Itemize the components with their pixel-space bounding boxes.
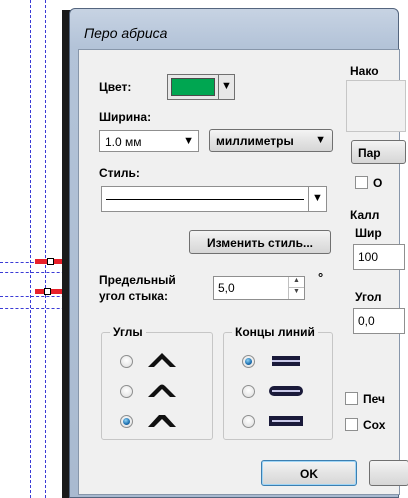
style-label: Стиль: <box>99 166 140 180</box>
nib-width-input[interactable]: 100 <box>353 244 405 270</box>
square-cap-icon <box>269 416 303 426</box>
outline-pen-dialog: Перо абриса Цвет: ▼ Ширина: 1.0 мм ▼ мил… <box>69 8 408 498</box>
bevel-corner-icon <box>148 415 176 427</box>
arrow-params-button[interactable]: Пар <box>351 140 406 164</box>
ok-button[interactable]: OK <box>261 460 357 486</box>
width-value: 1.0 мм <box>105 135 142 149</box>
width-select[interactable]: 1.0 мм ▼ <box>99 130 199 152</box>
butt-cap-icon <box>272 356 300 366</box>
corner-miter-radio[interactable] <box>120 355 133 368</box>
line-caps-group: Концы линий <box>223 325 333 440</box>
chevron-down-icon: ▼ <box>315 134 326 146</box>
selection-handle[interactable] <box>47 258 54 265</box>
scale-checkbox[interactable] <box>345 418 358 431</box>
guide-line-horizontal <box>0 296 70 297</box>
corners-title: Углы <box>110 325 146 339</box>
cancel-button[interactable] <box>369 460 408 486</box>
option1-label: О <box>373 176 383 190</box>
line-caps-title: Концы линий <box>232 325 318 339</box>
degree-symbol: ° <box>318 270 324 285</box>
corner-round-radio[interactable] <box>120 385 133 398</box>
color-swatch <box>171 78 215 96</box>
spin-down-icon[interactable]: ▼ <box>288 288 304 299</box>
selection-handle[interactable] <box>44 288 51 295</box>
scale-label: Сох <box>363 418 386 432</box>
print-checkbox[interactable] <box>345 392 358 405</box>
guide-line-vertical <box>45 0 46 498</box>
round-corner-icon <box>148 384 176 397</box>
dialog-body: Цвет: ▼ Ширина: 1.0 мм ▼ миллиметры ▼ Ст… <box>78 49 408 495</box>
miter-label-line1: Предельный <box>99 273 176 287</box>
miter-limit-value: 5,0 <box>218 281 235 295</box>
cap-butt-radio[interactable] <box>242 355 255 368</box>
title-bar[interactable]: Перо абриса <box>70 9 398 45</box>
color-label: Цвет: <box>99 80 132 94</box>
cap-square-radio[interactable] <box>242 415 255 428</box>
spin-up-icon[interactable]: ▲ <box>288 277 304 288</box>
miter-label-line2: угол стыка: <box>99 289 168 303</box>
nib-angle-label: Угол <box>355 290 382 304</box>
color-picker-button[interactable]: ▼ <box>167 74 235 100</box>
corners-group: Углы <box>101 325 213 440</box>
edit-style-button[interactable]: Изменить стиль... <box>189 230 331 254</box>
miter-limit-spinner[interactable]: 5,0 ▲ ▼ <box>213 276 305 300</box>
guide-line-vertical <box>30 0 31 498</box>
guide-line-horizontal <box>0 272 70 273</box>
chevron-down-icon: ▼ <box>183 135 194 147</box>
print-label: Печ <box>363 392 385 406</box>
option1-checkbox[interactable] <box>355 176 368 189</box>
line-style-preview <box>106 199 304 200</box>
chevron-down-icon: ▼ <box>308 187 326 211</box>
units-value: миллиметры <box>216 134 294 148</box>
arrows-label: Нако <box>350 64 379 78</box>
line-style-select[interactable]: ▼ <box>101 186 327 212</box>
miter-corner-icon <box>148 353 176 367</box>
nib-width-label: Шир <box>355 226 382 240</box>
units-select[interactable]: миллиметры ▼ <box>209 129 333 152</box>
width-label: Ширина: <box>99 110 152 124</box>
guide-line-horizontal <box>0 308 70 309</box>
calligraphy-label: Калл <box>350 208 380 222</box>
nib-angle-value: 0,0 <box>358 314 375 328</box>
round-cap-icon <box>269 386 303 396</box>
nib-angle-input[interactable]: 0,0 <box>353 308 405 334</box>
cap-round-radio[interactable] <box>242 385 255 398</box>
dialog-title: Перо абриса <box>84 25 168 41</box>
chevron-down-icon: ▼ <box>218 75 234 99</box>
arrows-group <box>346 80 406 132</box>
nib-width-value: 100 <box>358 250 379 264</box>
corner-bevel-radio[interactable] <box>120 415 133 428</box>
